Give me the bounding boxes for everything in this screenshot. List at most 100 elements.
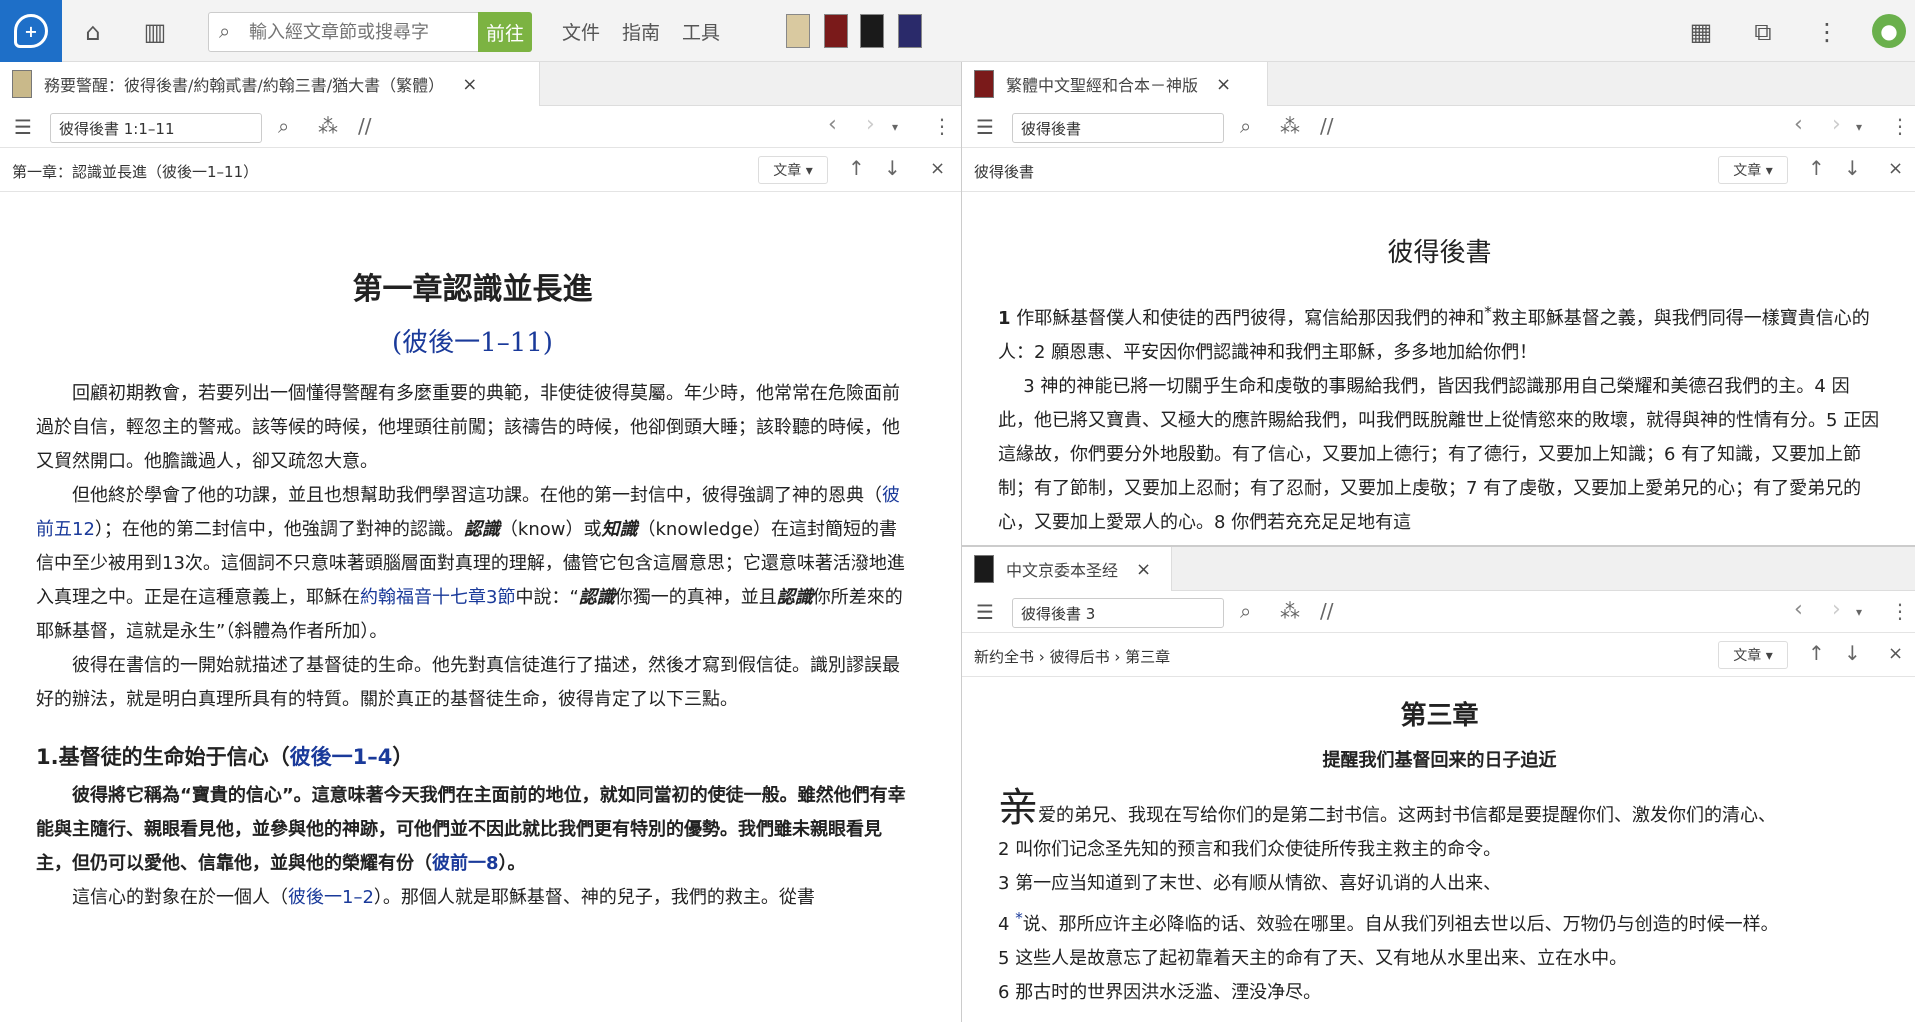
reference-input[interactable] [50, 113, 262, 143]
down-arrow-icon[interactable]: ↓ [1844, 156, 1861, 180]
forward-icon[interactable]: › [866, 112, 875, 137]
scripture-link[interactable]: 彼後一1–4 [290, 745, 393, 769]
verse-number[interactable]: 4 [998, 914, 1009, 935]
back-icon[interactable]: ‹ [1794, 112, 1803, 137]
close-icon[interactable]: × [1888, 643, 1903, 664]
verse-number[interactable]: 5 [998, 948, 1009, 969]
breadcrumb-item[interactable]: 彼得后书 [1050, 648, 1110, 666]
verse-number[interactable]: 8 [1214, 512, 1225, 533]
paragraph: 彼得將它稱為“寶貴的信心”。這意味著今天我們在主面前的地位，就如同當初的使徒一般… [36, 785, 906, 874]
breadcrumb-item[interactable]: 新约全书 [974, 648, 1034, 666]
footnote-marker[interactable]: * [1484, 303, 1492, 321]
verse-number[interactable]: 7 [1466, 478, 1477, 499]
close-icon[interactable]: × [930, 158, 945, 179]
verse-number[interactable]: 5 [1826, 410, 1837, 431]
search-icon[interactable]: ⌕ [1240, 114, 1251, 138]
parallel-icon[interactable]: // [1320, 599, 1333, 623]
breadcrumb-item[interactable]: 第三章 [1125, 648, 1170, 666]
search-icon[interactable]: ⌕ [278, 114, 289, 138]
visual-filter-icon[interactable]: ⁂ [1280, 114, 1300, 138]
right-bottom-subbar: 新约全书 › 彼得后书 › 第三章 文章 ▾ ↑ ↓ × [962, 633, 1915, 677]
recent-book-1[interactable] [786, 14, 810, 48]
recent-book-2[interactable] [824, 14, 848, 48]
recent-book-4[interactable] [898, 14, 922, 48]
drop-cap: 亲 [998, 785, 1038, 831]
forward-icon[interactable]: › [1832, 112, 1841, 137]
back-icon[interactable]: ‹ [828, 112, 837, 137]
menu-tools[interactable]: 工具 [682, 18, 720, 45]
chevron-right-icon: › [1038, 648, 1050, 666]
close-icon[interactable]: × [462, 74, 477, 95]
app-logo[interactable]: + [0, 0, 62, 62]
footnote-marker[interactable]: * [1015, 909, 1023, 927]
reference-input[interactable] [1012, 113, 1224, 143]
paragraph: 但他終於學會了他的功課，並且也想幫助我們學習這功課。在他的第一封信中，彼得強調了… [36, 485, 905, 642]
reference-input[interactable] [1012, 598, 1224, 628]
top-bar: + ⌂ ▥ ⌕ 前往 文件 指南 工具 ▦ ⧉ ⋮ ● [0, 0, 1915, 62]
verse-number[interactable]: 6 [1664, 444, 1675, 465]
right-top-tab[interactable]: 繁體中文聖經和合本－神版 × [962, 62, 1268, 106]
library-icon[interactable]: ▥ [140, 17, 170, 47]
more-icon[interactable]: ⋮ [1890, 599, 1910, 623]
close-icon[interactable]: × [1216, 74, 1231, 95]
menu-icon[interactable]: ☰ [976, 115, 994, 139]
tab-title: 中文京委本圣经 [1006, 561, 1119, 580]
scripture-link[interactable]: 彼後一1–2 [288, 887, 374, 908]
verse-number[interactable]: 3 [1023, 376, 1034, 397]
right-top-content: 彼得後書 1 作耶穌基督僕人和使徒的西門彼得，寫信給那因我們的神和*救主耶穌基督… [962, 192, 1915, 545]
search-input[interactable] [249, 17, 474, 47]
forward-icon[interactable]: › [1832, 597, 1841, 622]
verse-number[interactable]: 1 [998, 308, 1011, 329]
book-cover-icon [12, 70, 32, 98]
history-dropdown-icon[interactable]: ▾ [1856, 120, 1862, 134]
history-dropdown-icon[interactable]: ▾ [892, 120, 898, 134]
menu-documents[interactable]: 文件 [562, 18, 600, 45]
back-icon[interactable]: ‹ [1794, 597, 1803, 622]
up-arrow-icon[interactable]: ↑ [1808, 156, 1825, 180]
verse-number[interactable]: 2 [998, 839, 1009, 860]
right-bottom-tab-strip: 中文京委本圣经 × [962, 547, 1915, 591]
menu-guide[interactable]: 指南 [622, 18, 660, 45]
verse-line: 亲爱的弟兄、我现在写给你们的是第二封书信。这两封书信都是要提醒你们、激发你们的清… [998, 785, 1776, 831]
more-icon[interactable]: ⋮ [1812, 17, 1842, 47]
recent-book-3[interactable] [860, 14, 884, 48]
layout-icon[interactable]: ▦ [1686, 17, 1716, 47]
right-bottom-tab[interactable]: 中文京委本圣经 × [962, 547, 1172, 591]
close-all-panels-icon[interactable]: ⧉ [1748, 17, 1778, 47]
chapter-reference-link[interactable]: (彼後一1–11) [36, 322, 909, 359]
right-top-subbar: 彼得後書 文章 ▾ ↑ ↓ × [962, 148, 1915, 192]
parallel-icon[interactable]: // [358, 114, 371, 138]
more-icon[interactable]: ⋮ [1890, 114, 1910, 138]
home-icon[interactable]: ⌂ [78, 17, 108, 47]
search-icon[interactable]: ⌕ [1240, 599, 1251, 623]
down-arrow-icon[interactable]: ↓ [1844, 641, 1861, 665]
view-mode-dropdown[interactable]: 文章 ▾ [758, 156, 828, 184]
right-top-tab-strip: 繁體中文聖經和合本－神版 × [962, 62, 1915, 106]
verse-number[interactable]: 4 [1814, 376, 1825, 397]
up-arrow-icon[interactable]: ↑ [848, 156, 865, 180]
more-icon[interactable]: ⋮ [932, 114, 952, 138]
menu-icon[interactable]: ☰ [976, 600, 994, 624]
user-avatar[interactable]: ● [1872, 14, 1906, 48]
parallel-icon[interactable]: // [1320, 114, 1333, 138]
scripture-link[interactable]: 彼前一8 [432, 853, 499, 874]
verse-number[interactable]: 2 [1034, 342, 1045, 363]
left-tab[interactable]: 務要警醒：彼得後書/約翰貳書/約翰三書/猶大書（繁體） × [0, 62, 540, 106]
breadcrumb[interactable]: 彼得後書 [974, 161, 1034, 182]
visual-filter-icon[interactable]: ⁂ [318, 114, 338, 138]
view-mode-dropdown[interactable]: 文章 ▾ [1718, 641, 1788, 669]
verse-number[interactable]: 6 [998, 982, 1009, 1003]
breadcrumb[interactable]: 第一章：認識並長進（彼後一1–11） [12, 161, 258, 182]
verse-number[interactable]: 3 [998, 873, 1009, 894]
go-button[interactable]: 前往 [478, 12, 532, 52]
view-mode-dropdown[interactable]: 文章 ▾ [1718, 156, 1788, 184]
visual-filter-icon[interactable]: ⁂ [1280, 599, 1300, 623]
history-dropdown-icon[interactable]: ▾ [1856, 605, 1862, 619]
menu-icon[interactable]: ☰ [14, 115, 32, 139]
up-arrow-icon[interactable]: ↑ [1808, 641, 1825, 665]
scripture-link[interactable]: 約翰福音十七章3節 [360, 587, 515, 608]
close-icon[interactable]: × [1888, 158, 1903, 179]
search-icon[interactable]: ⌕ [219, 19, 230, 43]
down-arrow-icon[interactable]: ↓ [884, 156, 901, 180]
close-icon[interactable]: × [1136, 559, 1151, 580]
